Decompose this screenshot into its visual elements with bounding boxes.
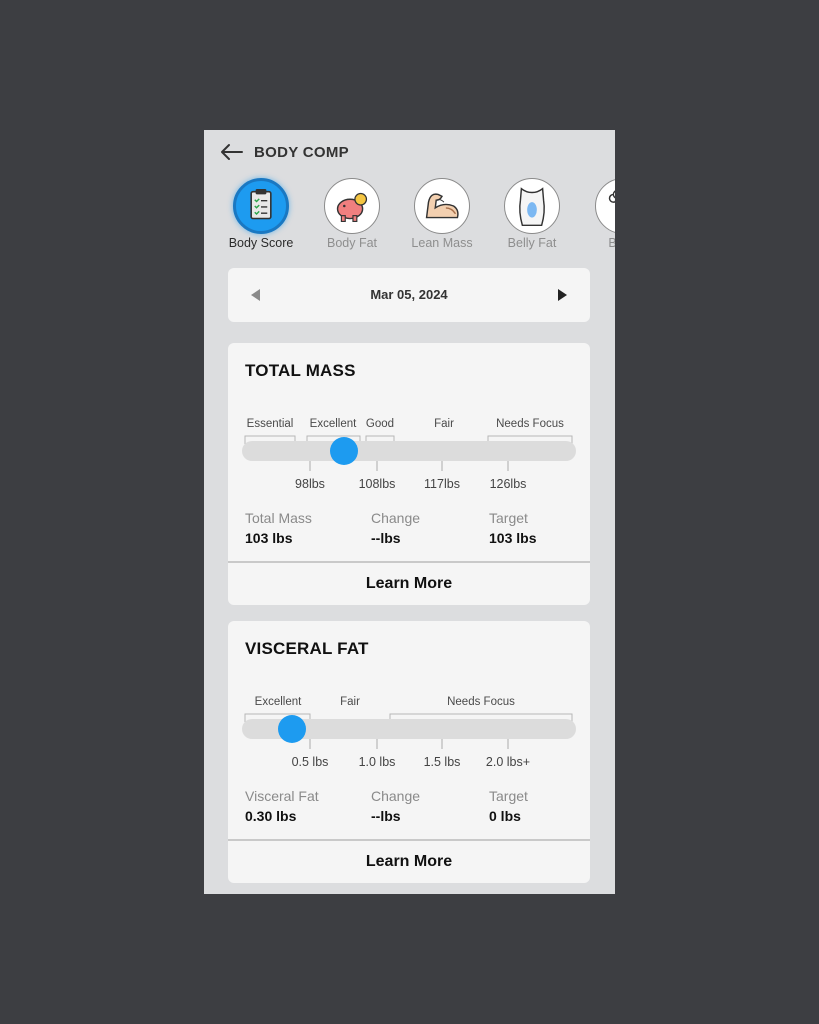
total-mass-scale: Essential Excellent Good Fair Needs Focu… [242, 418, 576, 491]
tick-label: 108lbs [359, 477, 396, 491]
bone-icon [608, 190, 615, 203]
stat-value: 103 lbs [489, 530, 537, 546]
card-title: TOTAL MASS [245, 361, 356, 380]
selected-date: Mar 05, 2024 [370, 287, 448, 302]
tab-label: Body Fat [326, 236, 378, 250]
stat-value: --lbs [371, 530, 401, 546]
stat-label: Change [371, 788, 421, 804]
stat-label: Target [489, 510, 528, 526]
tab-bone[interactable]: Bone [578, 178, 615, 254]
piggy-bank-icon [336, 192, 368, 223]
triangle-right-icon[interactable] [554, 286, 570, 304]
torso-icon [519, 187, 545, 227]
tab-body-fat[interactable]: Body Fat [307, 178, 397, 254]
tab-belly-fat[interactable]: Belly Fat [487, 178, 577, 254]
learn-more-button[interactable]: Learn More [228, 840, 590, 883]
clipboard-checklist-icon [250, 189, 272, 220]
tick-label: 98lbs [295, 477, 325, 491]
date-navigator: Mar 05, 2024 [228, 268, 590, 322]
scale-marker [278, 715, 306, 743]
stat-label: Change [371, 510, 421, 526]
zone-label: Needs Focus [447, 696, 515, 708]
stat-change: Change --lbs [371, 788, 420, 824]
stat-target: Target 0 lbs [489, 788, 528, 824]
zone-label: Fair [434, 418, 454, 430]
stat-total-mass: Total Mass 103 lbs [245, 510, 312, 546]
scale-marker [330, 437, 358, 465]
stat-value: 0 lbs [489, 808, 521, 824]
tick-label: 1.5 lbs [424, 755, 461, 769]
category-tabs: Body Score Body Fat Lean Mass Belly Fat … [204, 178, 615, 258]
flexed-arm-icon [425, 193, 459, 219]
tick-label: 117lbs [424, 477, 460, 491]
tab-label: Belly Fat [507, 236, 557, 250]
app-screen: BODY COMP Body Score Body Fat Lean Mass … [204, 130, 615, 894]
visceral-fat-card: VISCERAL FAT Excellent Fair Needs Focus … [228, 621, 590, 883]
stat-target: Target 103 lbs [489, 510, 536, 546]
zone-label: Fair [340, 696, 360, 708]
zone-label: Needs Focus [496, 418, 564, 430]
zone-label: Excellent [310, 418, 357, 430]
tick-label: 126lbs [490, 477, 527, 491]
stat-value: 103 lbs [245, 530, 293, 546]
scale-track [242, 441, 576, 461]
stat-visceral-fat: Visceral Fat 0.30 lbs [245, 788, 319, 824]
stat-label: Total Mass [245, 510, 312, 526]
zone-label: Essential [247, 418, 294, 430]
tick-label: 2.0 lbs+ [486, 755, 530, 769]
zone-label: Excellent [255, 696, 302, 708]
header: BODY COMP [204, 130, 615, 174]
learn-more-button[interactable]: Learn More [228, 562, 590, 605]
stat-value: --lbs [371, 808, 401, 824]
tab-label: Body Score [228, 236, 294, 250]
page-title: BODY COMP [254, 144, 349, 161]
tab-body-score[interactable]: Body Score [216, 178, 306, 254]
back-button[interactable] [218, 141, 246, 163]
stat-value: 0.30 lbs [245, 808, 297, 824]
zone-label: Good [366, 418, 394, 430]
tab-label: Lean Mass [411, 236, 473, 250]
tab-lean-mass[interactable]: Lean Mass [397, 178, 487, 254]
tab-label: Bone [608, 236, 615, 250]
visceral-fat-scale: Excellent Fair Needs Focus 0.5 lbs 1.0 l… [242, 696, 576, 769]
tick-label: 0.5 lbs [292, 755, 329, 769]
stat-label: Target [489, 788, 528, 804]
stat-label: Visceral Fat [245, 788, 319, 804]
tick-label: 1.0 lbs [359, 755, 396, 769]
card-title: VISCERAL FAT [245, 639, 369, 658]
stat-change: Change --lbs [371, 510, 420, 546]
arrow-left-icon [221, 144, 243, 160]
total-mass-card: TOTAL MASS Essential Excellent Good Fair… [228, 343, 590, 605]
